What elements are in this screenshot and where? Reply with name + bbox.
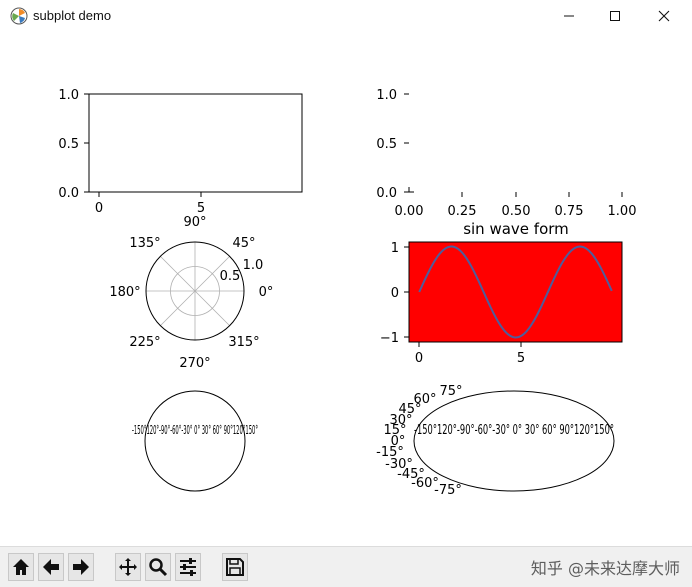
move-icon [119, 558, 137, 576]
subplot-5-aitoff: -150°120°-90°-60°-30° 0° 30° 60° 90°120°… [132, 390, 258, 492]
zoom-button[interactable] [145, 553, 171, 581]
aitoff-frame [144, 390, 246, 492]
subplot-4-title: sin wave form [463, 220, 569, 238]
polar-radial-label: 0.5 [220, 269, 241, 284]
hammer-longitude-labels: -150°120°-90°-60°-30° 0° 30° 60° 90°120°… [414, 423, 614, 438]
subplot-2-xtick: 0.00 [395, 204, 424, 219]
subplot-1-xtick: 0 [95, 201, 103, 216]
configure-subplots-button[interactable] [175, 553, 201, 581]
polar-angle-label: 180° [109, 285, 140, 300]
hammer-frame [413, 390, 615, 492]
maximize-button[interactable] [592, 0, 638, 32]
subplot-1-frame [88, 93, 303, 193]
subplot-2-axes: 1.0 0.5 0.0 0.00 0.25 0.50 0.75 1.00 [376, 88, 636, 219]
subplot-1-ytick: 0.0 [58, 186, 79, 201]
navigation-toolbar: 知乎 @未来达摩大师 [0, 546, 692, 587]
subplot-1-axes: 1.0 0.5 0.0 0 5 [58, 88, 303, 216]
subplot-2-ytick: 0.5 [376, 137, 397, 152]
arrow-right-icon [73, 559, 89, 575]
minimize-button[interactable] [546, 0, 592, 32]
save-button[interactable] [222, 553, 248, 581]
polar-angle-label: 315° [228, 335, 259, 350]
subplot-4-ytick: 1 [391, 241, 399, 256]
matplotlib-app-icon [10, 7, 28, 25]
subplot-4-ytick: −1 [380, 331, 399, 346]
polar-angle-label: 0° [259, 285, 274, 300]
back-button[interactable] [38, 553, 64, 581]
close-icon [658, 10, 670, 22]
subplot-3-polar: 90° 45° 0° 315° 270° 225° 180° 135° 0.5 … [109, 215, 273, 371]
figure-canvas[interactable]: 1.0 0.5 0.0 0 5 1.0 0.5 0.0 0.00 0.25 0.… [0, 32, 692, 544]
polar-angle-label: 90° [183, 215, 206, 230]
subplot-2-ytick: 1.0 [376, 88, 397, 103]
subplot-2-xtick: 0.50 [502, 204, 531, 219]
maximize-icon [610, 11, 620, 21]
close-button[interactable] [641, 0, 687, 32]
subplot-1-xtick: 5 [197, 201, 205, 216]
arrow-left-icon [43, 559, 59, 575]
subplot-4-facecolor [409, 242, 622, 342]
subplot-1-ytick: 0.5 [58, 137, 79, 152]
polar-angle-label: 45° [232, 236, 255, 251]
subplot-2-xtick: 0.25 [448, 204, 477, 219]
forward-button[interactable] [68, 553, 94, 581]
pan-button[interactable] [115, 553, 141, 581]
watermark-text: 知乎 @未来达摩大师 [530, 559, 680, 578]
subplot-4-xtick: 0 [415, 351, 423, 366]
subplot-2-xtick: 0.75 [555, 204, 584, 219]
hammer-latitude-label: -75° [434, 483, 462, 498]
aitoff-longitude-labels: -150°120°-90°-60°-30° 0° 30° 60° 90°120°… [132, 422, 258, 437]
subplot-2-ytick: 0.0 [376, 186, 397, 201]
subplot-4-xtick: 5 [517, 351, 525, 366]
minimize-icon [564, 15, 574, 17]
polar-radial-label: 1.0 [243, 258, 264, 273]
home-button[interactable] [8, 553, 34, 581]
figure-svg: 1.0 0.5 0.0 0 5 1.0 0.5 0.0 0.00 0.25 0.… [58, 88, 636, 498]
window-titlebar: subplot demo [0, 0, 692, 32]
subplot-1-ytick: 1.0 [58, 88, 79, 103]
sliders-icon [180, 558, 196, 576]
polar-angle-label: 225° [129, 335, 160, 350]
home-icon [13, 559, 29, 575]
window-title: subplot demo [33, 8, 112, 23]
subplot-4-sine: sin wave form 1 0 −1 0 5 [380, 220, 623, 366]
subplot-6-hammer: 75° 60° 45° 30° 15° 0° -15° -30° -45° -6… [376, 384, 615, 498]
hammer-latitude-label: 75° [439, 384, 462, 399]
subplot-4-ytick: 0 [391, 286, 399, 301]
subplot-2-xtick: 1.00 [608, 204, 637, 219]
magnifier-icon [149, 558, 168, 577]
floppy-disk-icon [226, 558, 244, 576]
polar-angle-label: 135° [129, 236, 160, 251]
polar-angle-label: 270° [179, 356, 210, 371]
